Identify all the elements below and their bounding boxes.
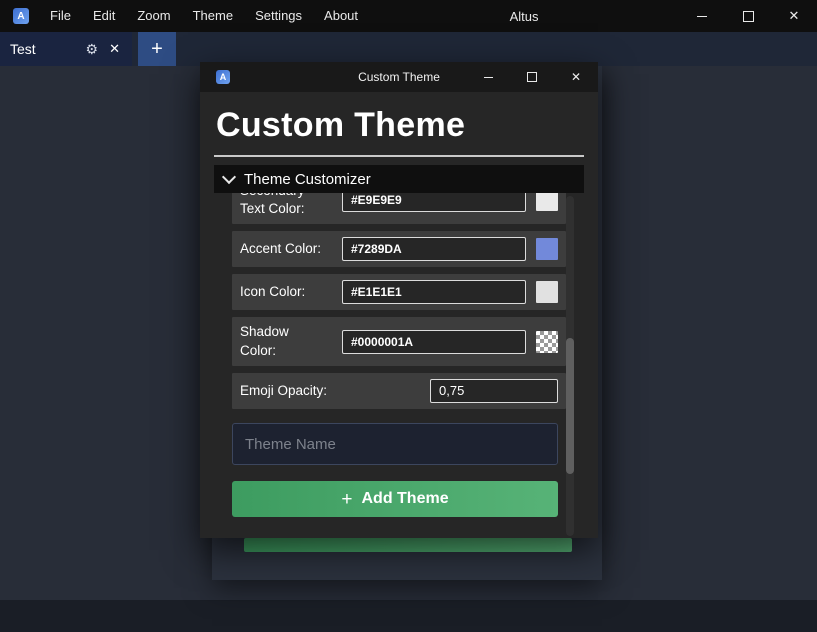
close-button[interactable]: ✕ [771,0,817,32]
tab-close-icon[interactable]: ✕ [107,41,122,57]
menu-settings[interactable]: Settings [244,0,313,32]
field-label: Shadow Color: [240,324,289,358]
theme-name-input[interactable] [232,423,558,465]
emoji-opacity-input[interactable] [430,378,558,403]
tab-test[interactable]: Test ⚙ ✕ [0,32,132,66]
field-row-secondary-text-color: Secondary Text Color: [232,193,566,225]
maximize-icon [742,10,754,22]
menubar: File Edit Zoom Theme Settings About [39,0,369,32]
dialog-window-controls: ✕ [466,62,598,92]
icon-color-input[interactable] [342,280,526,305]
secondary-text-color-swatch[interactable] [536,193,558,212]
minimize-button[interactable] [679,0,725,32]
menu-edit[interactable]: Edit [82,0,126,32]
close-icon: ✕ [570,70,582,84]
field-label: Icon Color: [240,284,306,300]
window-controls: ✕ [679,0,817,32]
field-label: Secondary Text Color: [240,193,305,217]
field-row-emoji-opacity: Emoji Opacity: [232,372,566,409]
chevron-down-icon [221,169,237,184]
maximize-icon [527,72,537,82]
dialog-body: Custom Theme Theme Customizer Secondary … [200,106,598,517]
tab-bar: Test ⚙ ✕ + [0,32,817,66]
maximize-button[interactable] [725,0,771,32]
dialog-logo-icon: A [216,70,230,84]
menu-about[interactable]: About [313,0,369,32]
section-title: Theme Customizer [244,170,371,188]
dialog-close-button[interactable]: ✕ [554,62,598,92]
theme-customizer-header[interactable]: Theme Customizer [214,165,584,193]
dialog-maximize-button[interactable] [510,62,554,92]
app-titlebar: A File Edit Zoom Theme Settings About Al… [0,0,817,32]
menu-zoom[interactable]: Zoom [126,0,181,32]
menu-theme[interactable]: Theme [182,0,244,32]
add-theme-label: Add Theme [361,490,449,507]
accent-color-input[interactable] [342,237,526,262]
close-icon: ✕ [788,8,800,23]
altus-logo-icon: A [13,8,29,24]
page-title: Custom Theme [216,106,466,144]
add-theme-button[interactable]: + Add Theme [232,481,558,517]
secondary-text-color-input[interactable] [342,193,526,213]
plus-icon: + [151,37,163,60]
tab-settings-gear-icon[interactable]: ⚙ [86,41,99,58]
menu-file[interactable]: File [39,0,82,32]
bottom-strip [0,600,817,632]
field-row-icon-color: Icon Color: [232,274,566,311]
heading-divider [214,155,584,157]
minimize-icon [697,15,707,17]
dialog-scrollbar[interactable] [566,196,574,536]
icon-color-swatch[interactable] [536,281,558,304]
background-add-theme-button[interactable] [244,538,572,552]
minimize-icon [483,76,493,78]
field-row-accent-color: Accent Color: [232,231,566,268]
plus-icon: + [341,488,353,510]
field-row-shadow-color: Shadow Color: [232,317,566,366]
accent-color-swatch[interactable] [536,238,558,261]
window-title: Altus [509,8,539,24]
theme-customizer-fields: Secondary Text Color: Accent Color: Icon… [232,193,566,409]
dialog-titlebar: A Custom Theme ✕ [200,62,598,92]
field-label: Emoji Opacity: [240,382,328,398]
tab-label: Test [10,41,36,57]
dialog-minimize-button[interactable] [466,62,510,92]
scrollbar-thumb[interactable] [566,338,574,474]
field-label: Accent Color: [240,241,322,257]
new-tab-button[interactable]: + [138,32,176,66]
shadow-color-input[interactable] [342,329,526,354]
custom-theme-dialog: A Custom Theme ✕ Custom Theme Theme Cust… [200,62,598,538]
shadow-color-swatch[interactable] [536,330,558,353]
